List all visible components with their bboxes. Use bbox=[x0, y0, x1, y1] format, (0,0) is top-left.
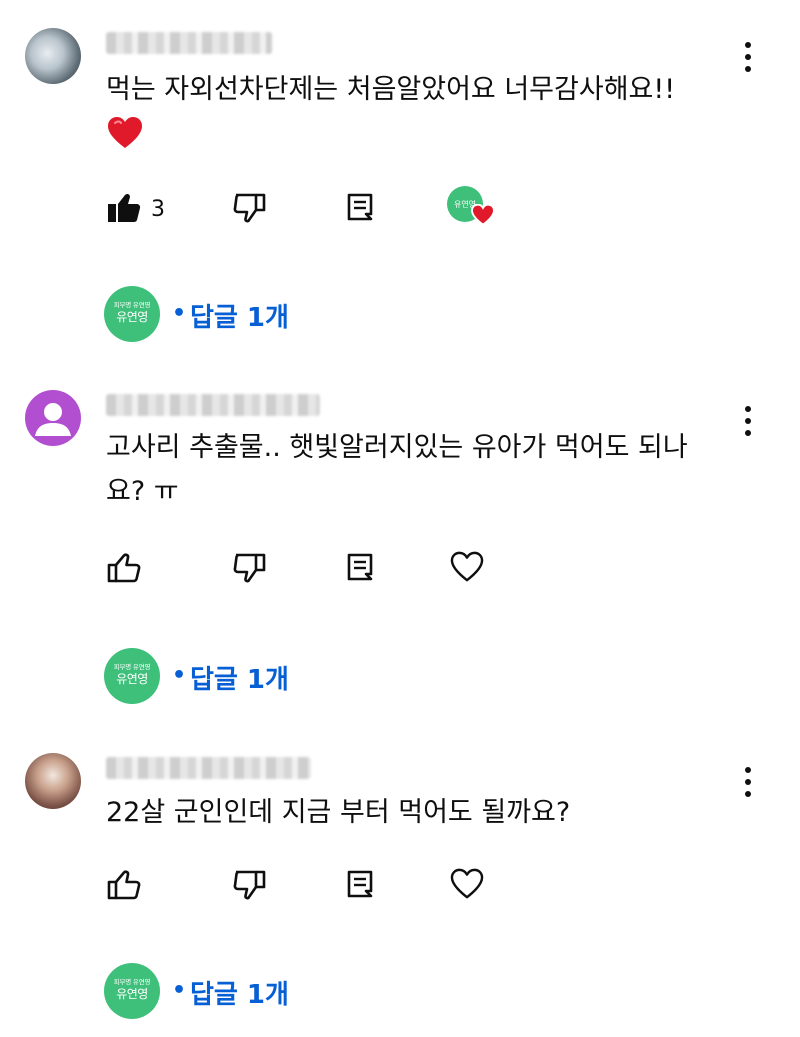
reply-dot: • bbox=[172, 978, 187, 1003]
more-vert-icon[interactable] bbox=[738, 40, 758, 74]
channel-avatar-main-text: 유연영 bbox=[116, 310, 148, 324]
replies-label[interactable]: 답글 1개 bbox=[190, 974, 289, 1011]
creator-heart-icon bbox=[471, 204, 495, 226]
thumb-up-icon[interactable] bbox=[107, 553, 141, 583]
channel-avatar-main-text: 유연영 bbox=[116, 987, 148, 1001]
reply-dot: • bbox=[172, 301, 187, 326]
reply-icon[interactable] bbox=[347, 870, 373, 898]
more-vert-icon[interactable] bbox=[738, 765, 758, 799]
thumb-down-icon[interactable] bbox=[233, 553, 267, 583]
channel-avatar: 피부명 유연영 유연영 bbox=[104, 648, 160, 704]
comment-text-line: 고사리 추출물.. 햇빛알러지있는 유아가 먹어도 되나 bbox=[106, 432, 688, 463]
heart-icon[interactable] bbox=[450, 868, 484, 900]
thumb-down-icon[interactable] bbox=[233, 193, 267, 223]
replies-label[interactable]: 답글 1개 bbox=[190, 659, 289, 696]
channel-avatar: 피부명 유연영 유연영 bbox=[104, 963, 160, 1019]
creator-heart-badge: 유연영 bbox=[447, 186, 497, 230]
commenter-username-blurred[interactable] bbox=[106, 757, 311, 779]
commenter-avatar[interactable] bbox=[25, 390, 81, 446]
comment-text-line: 22살 군인인데 지금 부터 먹어도 될까요? bbox=[106, 797, 571, 828]
commenter-username-blurred[interactable] bbox=[106, 32, 272, 54]
reply-icon[interactable] bbox=[347, 193, 373, 221]
channel-avatar: 피부명 유연영 유연영 bbox=[104, 286, 160, 342]
thumb-up-icon[interactable] bbox=[107, 870, 141, 900]
comment-text-line: 요? ㅠ bbox=[106, 476, 179, 507]
comment-text: 먹는 자외선차단제는 처음알았어요 너무감사해요!! bbox=[106, 68, 675, 112]
channel-avatar-main-text: 유연영 bbox=[116, 672, 148, 686]
thumb-up-icon[interactable] bbox=[107, 193, 141, 223]
thumb-down-icon[interactable] bbox=[233, 870, 267, 900]
heart-emoji-icon bbox=[108, 117, 142, 148]
comment-text-line: 먹는 자외선차단제는 처음알았어요 너무감사해요!! bbox=[106, 74, 676, 105]
commenter-avatar[interactable] bbox=[25, 28, 81, 84]
more-vert-icon[interactable] bbox=[738, 404, 758, 438]
commenter-username-blurred[interactable] bbox=[106, 394, 320, 416]
commenter-avatar[interactable] bbox=[25, 753, 81, 809]
comment-text: 고사리 추출물.. 햇빛알러지있는 유아가 먹어도 되나 요? ㅠ bbox=[106, 426, 688, 514]
like-count: 3 bbox=[151, 197, 165, 222]
default-user-icon bbox=[35, 403, 71, 436]
reply-icon[interactable] bbox=[347, 553, 373, 581]
replies-label[interactable]: 답글 1개 bbox=[190, 297, 289, 334]
heart-icon[interactable] bbox=[450, 551, 484, 583]
reply-dot: • bbox=[172, 663, 187, 688]
comment-text: 22살 군인인데 지금 부터 먹어도 될까요? bbox=[106, 791, 570, 835]
